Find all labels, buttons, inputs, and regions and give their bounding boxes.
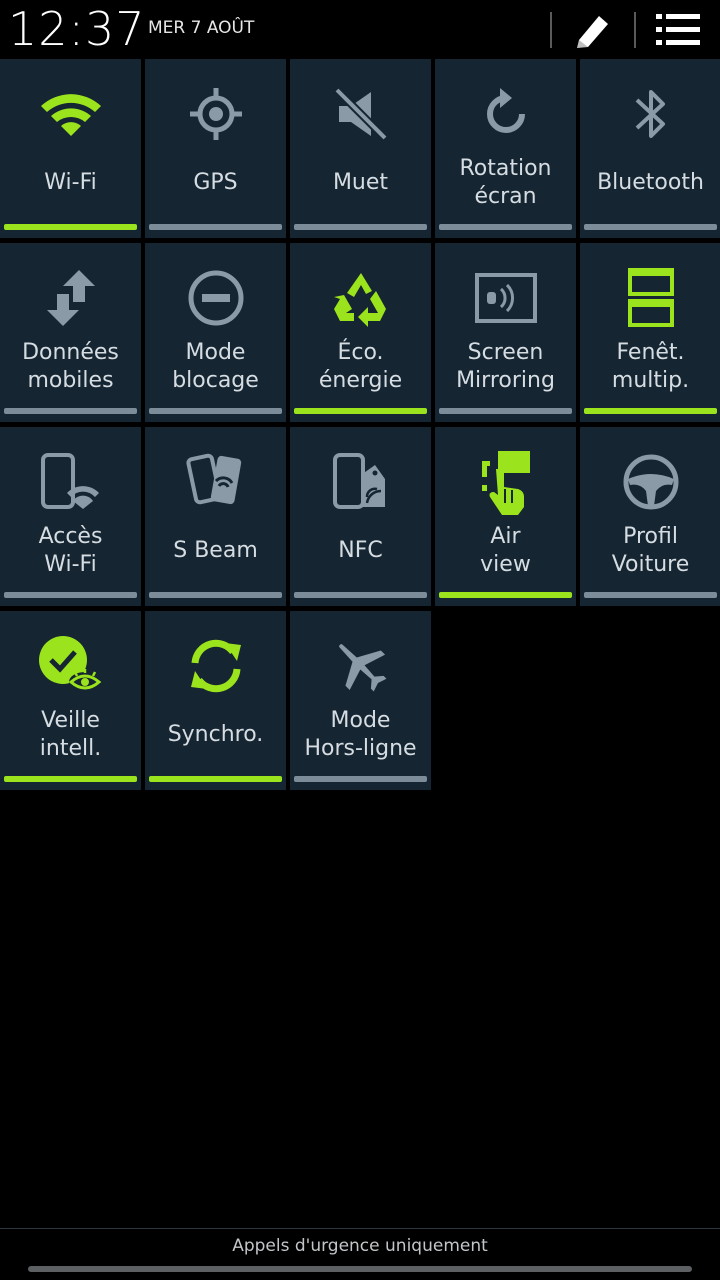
air-view-icon [435, 451, 576, 515]
tile-wi-fi[interactable]: Wi-Fi [0, 59, 141, 238]
notification-header: 12:37 MER 7 AOÛT [0, 0, 720, 58]
gps-icon [145, 83, 286, 145]
mute-icon [290, 83, 431, 145]
tile-fenêt-multip[interactable]: Fenêt. multip. [580, 243, 720, 422]
tile-label: Mode Hors-ligne [304, 708, 417, 761]
tile-accès-wi-fi[interactable]: Accès Wi-Fi [0, 427, 141, 606]
s-beam-icon [145, 451, 286, 513]
tile-gps[interactable]: GPS [145, 59, 286, 238]
divider [634, 12, 636, 48]
tile-label: Wi-Fi [44, 170, 97, 195]
tile-nfc[interactable]: NFC [290, 427, 431, 606]
screen-mirroring-icon [435, 267, 576, 329]
pencil-icon [577, 16, 608, 48]
bluetooth-icon [580, 83, 720, 145]
nfc-icon [290, 451, 431, 513]
tile-status-bar [149, 224, 282, 230]
tile-mode-hors-ligne[interactable]: Mode Hors-ligne [290, 611, 431, 790]
tile-label: Synchro. [167, 722, 264, 747]
tile-label: Veille intell. [39, 708, 102, 761]
panel-drag-handle[interactable] [28, 1266, 692, 1272]
tile-label: NFC [338, 538, 383, 563]
tile-status-bar [149, 408, 282, 414]
wifi-hotspot-icon [0, 451, 141, 513]
tile-status-bar [4, 224, 137, 230]
airplane-icon [290, 635, 431, 697]
recycle-icon [290, 267, 431, 329]
tile-status-bar [149, 776, 282, 782]
clock: 12:37 [8, 2, 146, 56]
tile-status-bar [294, 592, 427, 598]
edit-button[interactable] [563, 6, 623, 54]
tile-synchro[interactable]: Synchro. [145, 611, 286, 790]
tile-profil-voiture[interactable]: Profil Voiture [580, 427, 720, 606]
tile-label: Mode blocage [172, 340, 259, 393]
tile-status-bar [439, 592, 572, 598]
tile-label: Données mobiles [22, 340, 119, 393]
mobile-data-icon [0, 267, 141, 329]
smart-stay-icon [0, 635, 141, 697]
tile-status-bar [439, 408, 572, 414]
tile-status-bar [294, 224, 427, 230]
wifi-icon [0, 83, 141, 145]
tile-status-bar [584, 592, 717, 598]
block-icon [145, 267, 286, 329]
tile-données-mobiles[interactable]: Données mobiles [0, 243, 141, 422]
tile-status-bar [294, 776, 427, 782]
tile-label: Profil Voiture [611, 524, 690, 577]
tile-status-bar [4, 776, 137, 782]
date: MER 7 AOÛT [148, 18, 255, 38]
tile-s-beam[interactable]: S Beam [145, 427, 286, 606]
sync-icon [145, 635, 286, 697]
tile-status-bar [584, 408, 717, 414]
tile-éco-énergie[interactable]: Éco. énergie [290, 243, 431, 422]
tile-status-bar [149, 592, 282, 598]
tile-mode-blocage[interactable]: Mode blocage [145, 243, 286, 422]
tile-label: S Beam [173, 538, 258, 563]
tile-label: GPS [193, 170, 238, 195]
tile-label: Air view [480, 524, 531, 577]
tile-label: Accès Wi-Fi [38, 524, 103, 577]
tile-status-bar [4, 592, 137, 598]
list-icon [656, 14, 700, 45]
tile-status-bar [4, 408, 137, 414]
tile-air-view[interactable]: Air view [435, 427, 576, 606]
emergency-calls-text: Appels d'urgence uniquement [232, 1236, 488, 1256]
tile-rotation-écran[interactable]: Rotation écran [435, 59, 576, 238]
tile-label: Fenêt. multip. [611, 340, 690, 393]
tile-label: Bluetooth [597, 170, 704, 195]
tile-label: Muet [332, 170, 389, 195]
tile-status-bar [439, 224, 572, 230]
tile-label: Screen Mirroring [456, 340, 555, 393]
multi-window-icon [580, 267, 720, 329]
tile-status-bar [294, 408, 427, 414]
divider [550, 12, 552, 48]
tile-muet[interactable]: Muet [290, 59, 431, 238]
divider [0, 1228, 720, 1229]
steering-wheel-icon [580, 451, 720, 513]
tile-label: Rotation écran [459, 156, 552, 209]
tile-veille-intell[interactable]: Veille intell. [0, 611, 141, 790]
menu-button[interactable] [648, 6, 708, 54]
tile-status-bar [584, 224, 717, 230]
tile-screen-mirroring[interactable]: Screen Mirroring [435, 243, 576, 422]
rotation-icon [435, 83, 576, 145]
tile-bluetooth[interactable]: Bluetooth [580, 59, 720, 238]
tile-label: Éco. énergie [318, 340, 403, 393]
